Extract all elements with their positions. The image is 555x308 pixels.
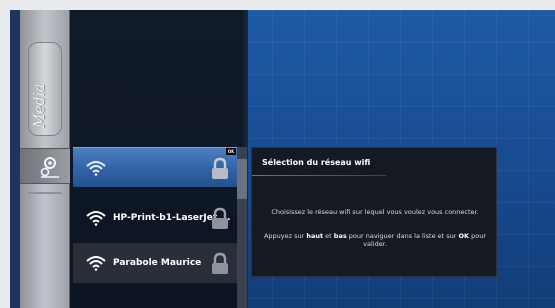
ok-badge: OK <box>226 148 236 155</box>
info-title: Sélection du réseau wifi <box>262 158 371 167</box>
info-panel: Sélection du réseau wifi Choisissez le r… <box>251 147 497 277</box>
info-navigation-hint: Appuyez sur haut et bas pour naviguer da… <box>263 232 487 248</box>
network-item[interactable]: Parabole Maurice <box>73 243 239 283</box>
tv-screen: Media HP-Print-b1-LaserJet ... Parabole … <box>10 10 555 308</box>
left-edge <box>10 10 20 308</box>
lock-icon <box>212 157 228 179</box>
lock-icon <box>212 252 228 274</box>
wifi-icon <box>86 256 106 271</box>
network-item[interactable]: HP-Print-b1-LaserJet ... <box>73 198 239 238</box>
scrollbar-thumb[interactable] <box>237 159 247 199</box>
menu-divider <box>28 192 62 194</box>
wifi-icon <box>86 211 106 226</box>
settings-gear-icon <box>40 157 59 178</box>
info-title-underline <box>252 175 386 176</box>
menu-tab-settings[interactable] <box>20 148 70 184</box>
network-item-selected[interactable] <box>73 147 239 187</box>
network-name: Parabole Maurice <box>113 258 202 268</box>
network-list-scrollbar[interactable] <box>237 147 247 308</box>
wifi-icon <box>86 160 106 176</box>
info-description: Choisissez le réseau wifi sur lequel vou… <box>271 208 479 216</box>
menu-tab-media-label: Media <box>32 83 48 128</box>
lock-icon <box>212 207 228 229</box>
